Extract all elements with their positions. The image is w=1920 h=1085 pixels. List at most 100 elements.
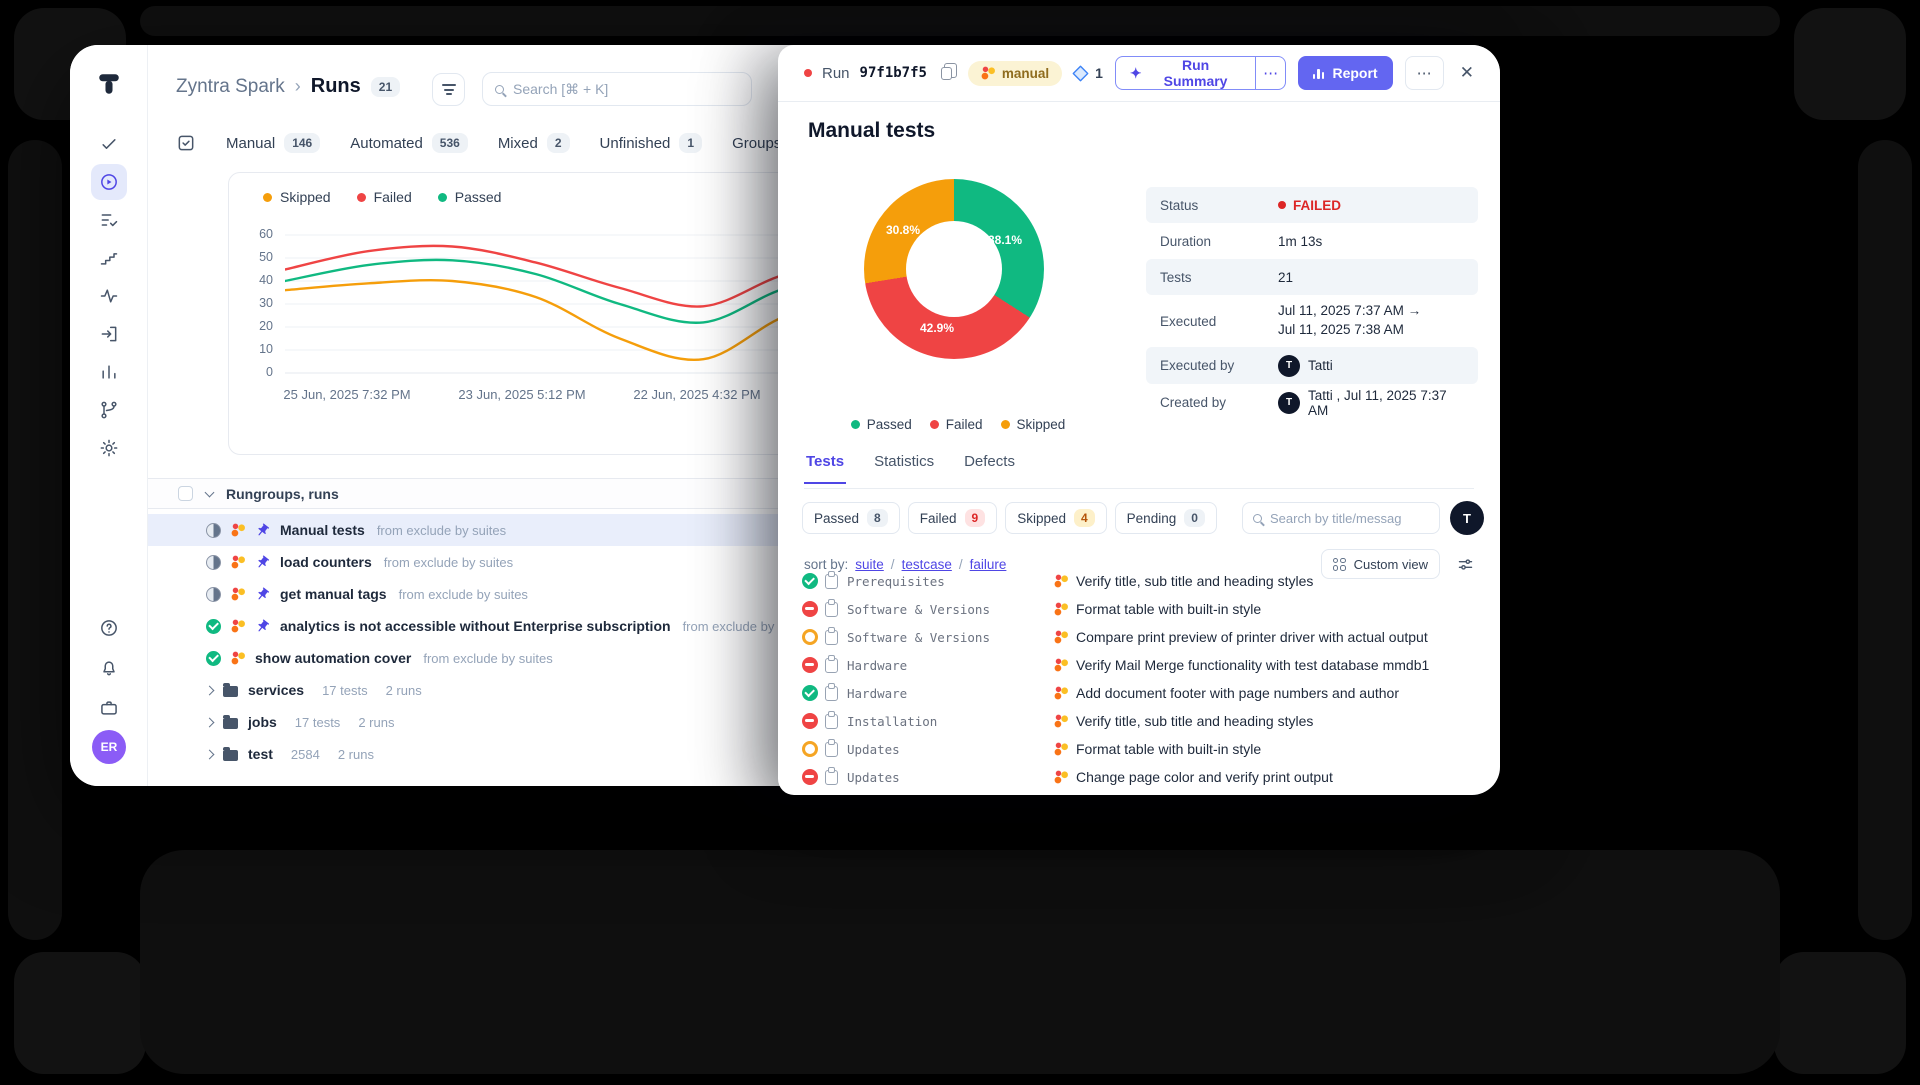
test-row[interactable]: Updates Format table with built-in style: [778, 735, 1500, 763]
status-badge: FAILED: [1278, 198, 1341, 213]
test-row[interactable]: Software & Versions Format table with bu…: [778, 595, 1500, 623]
notifications-bell-icon[interactable]: [91, 650, 127, 686]
activity-pulse-icon[interactable]: [91, 278, 127, 314]
steps-icon[interactable]: [91, 240, 127, 276]
y-tick: 30: [243, 296, 273, 312]
pin-icon[interactable]: [252, 551, 273, 572]
tab-count-badge: 146: [284, 133, 320, 153]
juggler-emoji-icon: [981, 66, 995, 80]
juggler-emoji-icon: [1054, 770, 1068, 784]
juggler-emoji-icon: [231, 555, 245, 569]
test-row[interactable]: Prerequisites Verify title, sub title an…: [778, 567, 1500, 595]
filter-button[interactable]: [432, 73, 465, 106]
test-row[interactable]: Software & Versions Compare print previe…: [778, 623, 1500, 651]
user-avatar[interactable]: ER: [92, 730, 126, 764]
search-input[interactable]: [513, 81, 739, 97]
tab-manual[interactable]: Manual146: [226, 133, 320, 153]
juggler-emoji-icon: [231, 587, 245, 601]
test-row[interactable]: Hardware Verify Mail Merge functionality…: [778, 651, 1500, 679]
chevron-right-icon[interactable]: [205, 685, 215, 695]
test-row[interactable]: Hardware Add document footer with page n…: [778, 679, 1500, 707]
skipped-status-icon: [802, 741, 818, 757]
sidebar-nav: [91, 126, 127, 466]
diamond-icon: [1072, 65, 1089, 82]
tab-automated[interactable]: Automated536: [350, 133, 468, 153]
flaky-counter[interactable]: 1: [1072, 65, 1103, 82]
tests-search[interactable]: [1242, 502, 1440, 534]
juggler-emoji-icon: [1054, 574, 1068, 588]
tab-mixed[interactable]: Mixed2: [498, 133, 570, 153]
legend-failed[interactable]: Failed: [357, 189, 412, 205]
page-title: Runs: [311, 75, 361, 98]
clipboard-icon: [825, 602, 838, 617]
donut-legend: Passed Failed Skipped: [838, 417, 1078, 432]
juggler-emoji-icon: [1054, 602, 1068, 616]
manual-type-badge[interactable]: manual: [968, 61, 1062, 86]
run-type-tabs: Manual146 Automated536 Mixed2 Unfinished…: [176, 128, 813, 158]
runs-play-icon[interactable]: [91, 164, 127, 200]
chevron-right-icon[interactable]: [205, 717, 215, 727]
summary-more-button[interactable]: ⋯: [1256, 56, 1285, 90]
analytics-bars-icon[interactable]: [91, 354, 127, 390]
donut-legend-passed[interactable]: Passed: [851, 417, 912, 432]
test-row[interactable]: Installation Verify title, sub title and…: [778, 707, 1500, 735]
pin-icon[interactable]: [252, 615, 273, 636]
runs-overview-icon[interactable]: [176, 133, 196, 153]
run-summary-button[interactable]: ✦ Run Summary: [1115, 56, 1257, 90]
filter-pending[interactable]: Pending0: [1115, 502, 1217, 534]
select-all-checkbox[interactable]: [178, 486, 193, 501]
passed-status-icon: [802, 685, 818, 701]
passed-status-icon: [206, 651, 221, 666]
tasks-check-icon[interactable]: [91, 126, 127, 162]
run-details-drawer: Run 97f1b7f5 manual 1 ✦ Run Summary ⋯ Re…: [778, 45, 1500, 795]
filter-skipped[interactable]: Skipped4: [1005, 502, 1106, 534]
app-logo-icon[interactable]: [96, 71, 122, 97]
clipboard-icon: [825, 658, 838, 673]
info-row-duration: Duration 1m 13s: [1146, 223, 1478, 259]
donut-legend-failed[interactable]: Failed: [930, 417, 983, 432]
pin-icon[interactable]: [252, 583, 273, 604]
info-row-executed: Executed Jul 11, 2025 7:37 AM → Jul 11, …: [1146, 295, 1478, 347]
copy-icon[interactable]: [941, 67, 952, 80]
clipboard-icon: [825, 742, 838, 757]
user-avatar[interactable]: T: [1450, 501, 1484, 535]
legend-passed[interactable]: Passed: [438, 189, 502, 205]
search-icon: [1253, 514, 1262, 523]
settings-gear-icon[interactable]: [91, 430, 127, 466]
pin-icon[interactable]: [252, 519, 273, 540]
close-icon[interactable]: ✕: [1460, 63, 1474, 83]
y-tick: 50: [243, 250, 273, 266]
failed-status-icon: [802, 657, 818, 673]
test-row[interactable]: Updates Change page color and verify pri…: [778, 763, 1500, 791]
chevron-right-icon[interactable]: [205, 749, 215, 759]
filter-failed[interactable]: Failed9: [908, 502, 997, 534]
tests-search-input[interactable]: [1270, 511, 1429, 526]
tab-unfinished[interactable]: Unfinished1: [600, 133, 703, 153]
branch-icon[interactable]: [91, 392, 127, 428]
more-options-button[interactable]: ⋯: [1405, 56, 1444, 90]
tab-defects[interactable]: Defects: [962, 449, 1017, 482]
legend-skipped[interactable]: Skipped: [263, 189, 331, 205]
donut-skipped-pct: 30.8%: [886, 223, 920, 237]
juggler-emoji-icon: [1054, 630, 1068, 644]
donut-legend-skipped[interactable]: Skipped: [1001, 417, 1066, 432]
juggler-emoji-icon: [1054, 658, 1068, 672]
tab-count-badge: 536: [432, 133, 468, 153]
chevron-down-icon[interactable]: [205, 487, 215, 497]
project-name[interactable]: Zyntra Spark: [176, 76, 285, 98]
help-icon[interactable]: [91, 610, 127, 646]
tab-count-badge: 2: [547, 133, 570, 153]
report-button[interactable]: Report: [1298, 56, 1393, 90]
run-info-table: Status FAILED Duration 1m 13s Tests 21 E…: [1146, 187, 1478, 421]
projects-briefcase-icon[interactable]: [91, 690, 127, 726]
tab-tests[interactable]: Tests: [804, 449, 846, 484]
filter-passed[interactable]: Passed8: [802, 502, 900, 534]
y-tick: 20: [243, 319, 273, 335]
sidebar: ER: [70, 45, 148, 786]
tab-statistics[interactable]: Statistics: [872, 449, 936, 482]
global-search[interactable]: [482, 72, 752, 106]
failed-status-icon: [802, 769, 818, 785]
test-list-icon[interactable]: [91, 202, 127, 238]
runs-count-badge: 21: [371, 77, 400, 97]
import-icon[interactable]: [91, 316, 127, 352]
